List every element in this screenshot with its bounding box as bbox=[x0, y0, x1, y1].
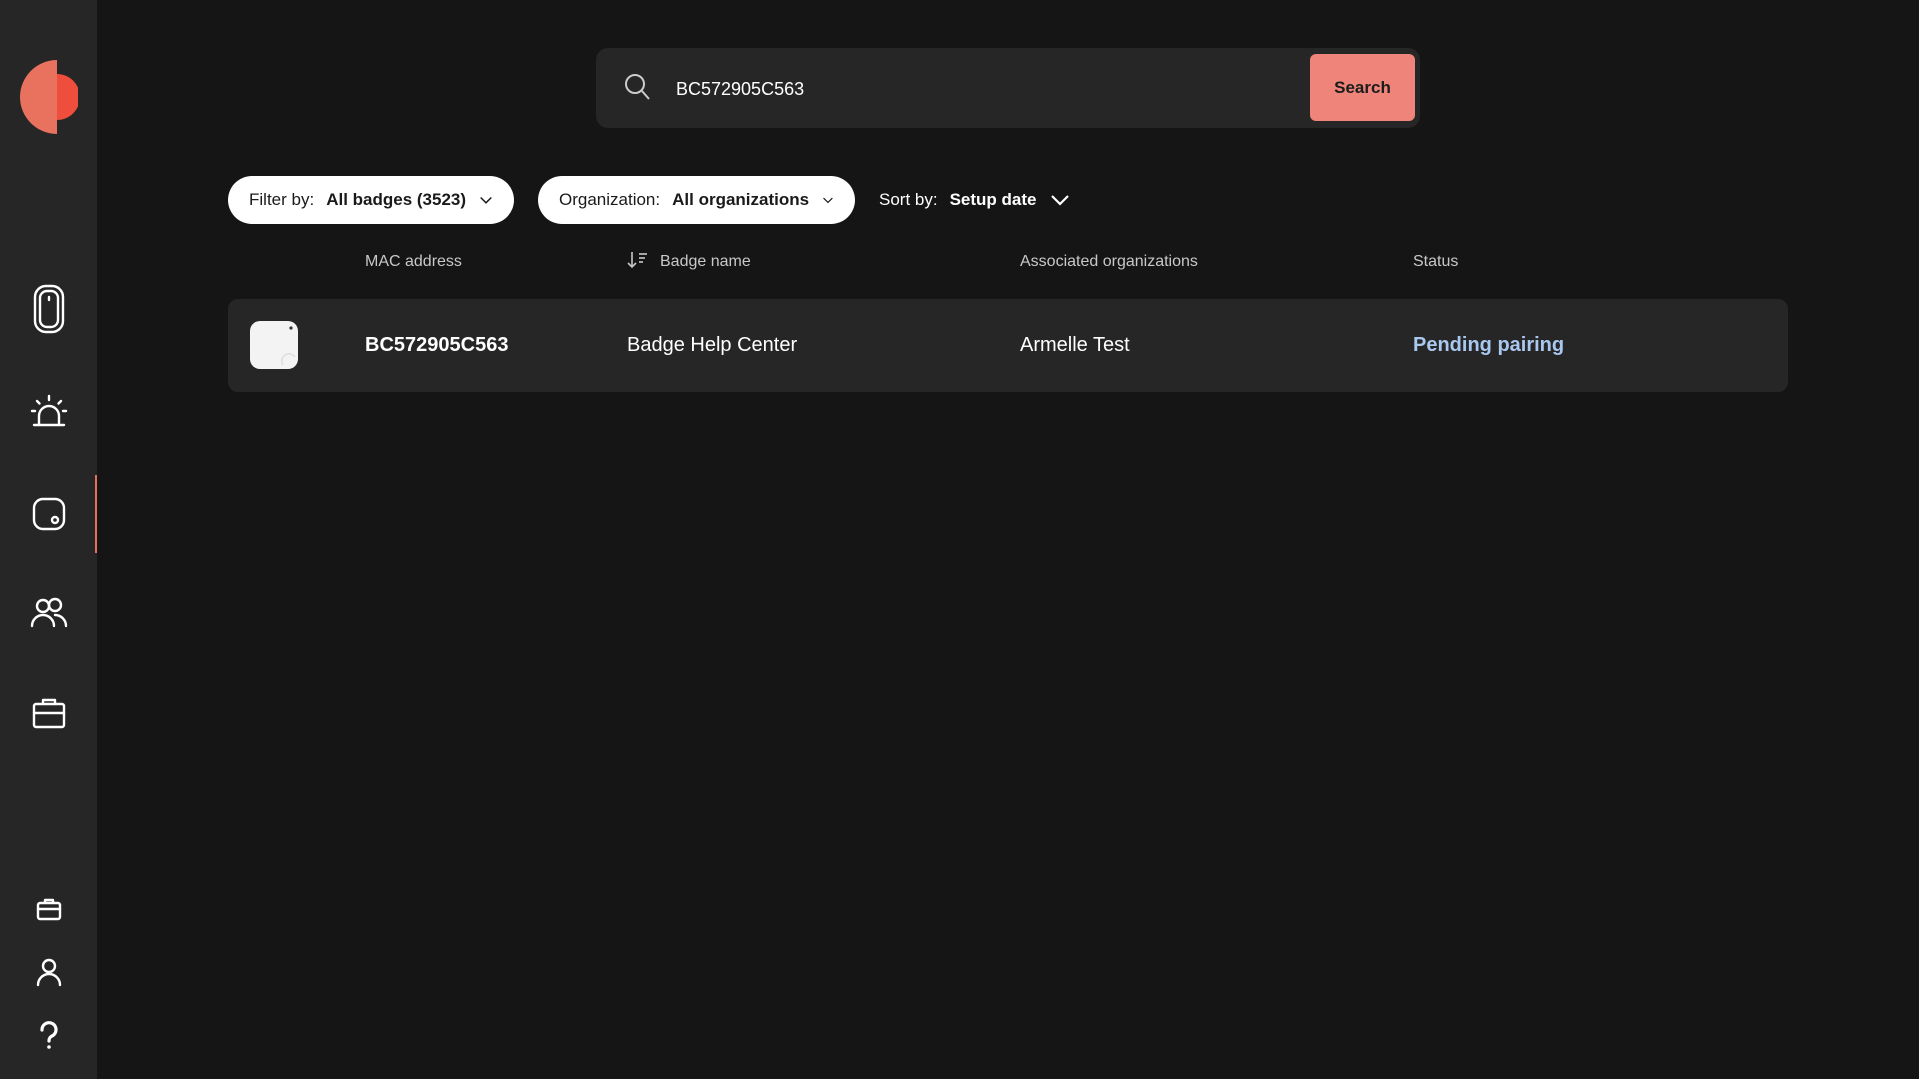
sidebar bbox=[0, 0, 97, 1079]
search-button[interactable]: Search bbox=[1310, 54, 1415, 121]
nav-admin[interactable] bbox=[0, 877, 97, 941]
row-mac-address: BC572905C563 bbox=[365, 334, 509, 356]
filter-dropdown[interactable]: Filter by: All badges (3523) bbox=[228, 176, 514, 224]
column-header-organizations[interactable]: Associated organizations bbox=[1020, 253, 1198, 271]
small-briefcase-icon bbox=[36, 898, 61, 921]
row-badge-name: Badge Help Center bbox=[627, 334, 798, 356]
organization-value: All organizations bbox=[672, 190, 810, 209]
search-bar: Search bbox=[596, 48, 1420, 128]
chevron-down-icon bbox=[480, 196, 492, 204]
organization-dropdown[interactable]: Organization: All organizations bbox=[538, 176, 855, 224]
filter-value: All badges (3523) bbox=[326, 190, 467, 209]
badge-thumbnail bbox=[250, 321, 298, 369]
sort-order-icon[interactable] bbox=[627, 250, 649, 270]
row-organization: Armelle Test bbox=[1020, 334, 1130, 356]
filter-label: Filter by: bbox=[249, 190, 315, 209]
nav-profile[interactable] bbox=[0, 940, 97, 1004]
nav-badges[interactable] bbox=[0, 475, 97, 553]
badge-device-icon bbox=[33, 284, 64, 334]
nav-alerts[interactable] bbox=[0, 381, 97, 445]
nav-help[interactable] bbox=[0, 1004, 97, 1068]
organization-label: Organization: bbox=[559, 190, 661, 209]
search-icon bbox=[625, 74, 650, 100]
sort-label: Sort by: bbox=[879, 190, 938, 209]
column-header-mac[interactable]: MAC address bbox=[365, 253, 462, 271]
chevron-down-icon bbox=[1050, 194, 1069, 206]
user-icon bbox=[36, 958, 61, 987]
chevron-down-icon bbox=[823, 197, 833, 203]
users-icon bbox=[30, 597, 67, 628]
column-header-status[interactable]: Status bbox=[1413, 253, 1458, 271]
row-status: Pending pairing bbox=[1413, 334, 1565, 356]
nav-organizations[interactable] bbox=[0, 681, 97, 745]
column-header-badge-name[interactable]: Badge name bbox=[660, 253, 751, 271]
app-logo[interactable] bbox=[20, 58, 80, 136]
alarm-icon bbox=[30, 394, 67, 427]
table-row[interactable]: BC572905C563 Badge Help Center Armelle T… bbox=[228, 299, 1788, 392]
sort-dropdown[interactable]: Sort by: Setup date bbox=[879, 176, 1069, 224]
badge-square-icon bbox=[32, 497, 65, 531]
help-icon bbox=[39, 1021, 58, 1049]
briefcase-icon bbox=[32, 698, 65, 729]
nav-users[interactable] bbox=[0, 581, 97, 645]
nav-badges-device[interactable] bbox=[0, 277, 97, 341]
search-input[interactable] bbox=[674, 68, 1198, 110]
sort-value: Setup date bbox=[949, 190, 1037, 209]
badge-image-icon bbox=[281, 326, 296, 366]
